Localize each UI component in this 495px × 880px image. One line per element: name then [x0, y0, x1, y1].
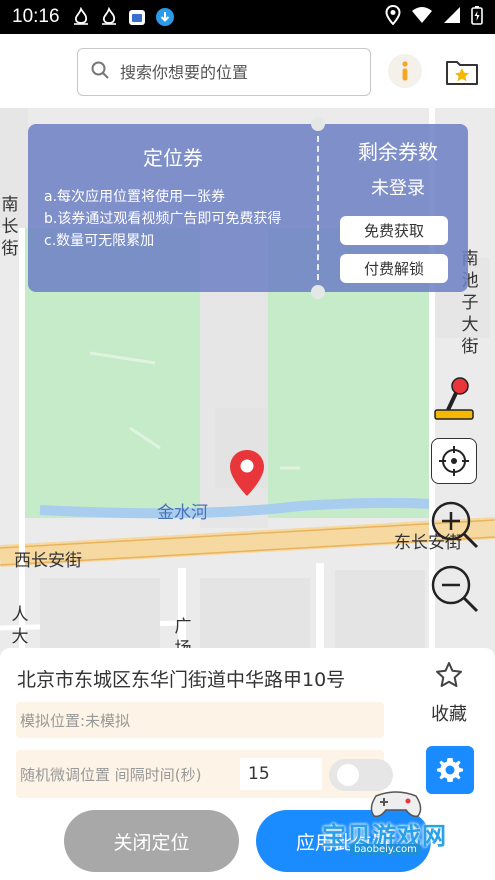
top-bar	[0, 34, 495, 108]
star-folder-icon	[446, 61, 478, 85]
simulate-status-box: 模拟位置:未模拟	[16, 702, 384, 738]
coupon-rule: b.该券通过观看视频广告即可免费获得	[44, 211, 282, 227]
search-icon	[90, 60, 110, 84]
zoom-out-icon	[431, 565, 479, 613]
calendar-icon	[126, 6, 148, 28]
location-coupon-card: 定位券 a.每次应用位置将使用一张券 b.该券通过观看视频广告即可免费获得 c.…	[28, 117, 468, 299]
search-box[interactable]	[77, 48, 371, 96]
map-label-nan-chang-jie: 南长街	[1, 195, 19, 259]
coupon-rule: a.每次应用位置将使用一张券	[44, 189, 226, 205]
location-icon	[385, 4, 401, 29]
star-icon	[436, 662, 462, 687]
close-location-button[interactable]: 关闭定位	[64, 810, 239, 872]
status-time: 10:16	[12, 6, 60, 27]
crosshair-icon	[439, 446, 469, 476]
gamepad-logo-icon	[370, 791, 422, 818]
favorite-button[interactable]: 收藏	[420, 660, 478, 726]
flame-icon	[70, 6, 92, 28]
joystick-icon[interactable]	[432, 376, 476, 422]
watermark-url: baobeiy.com	[350, 844, 421, 855]
map-label-jin-shui-he: 金水河	[157, 503, 208, 523]
zoom-out-button[interactable]	[428, 562, 480, 614]
map-view[interactable]: 南长街 南池子大街 金水河 西长安街 东长安街 人大会 广场 定位券 a.每次应…	[0, 108, 495, 660]
info-icon	[402, 61, 408, 81]
interval-input[interactable]	[240, 758, 322, 790]
map-label-xi-chang-an: 西长安街	[14, 551, 82, 571]
zoom-in-icon	[431, 501, 479, 549]
favorite-label: 收藏	[431, 704, 467, 725]
info-button[interactable]	[388, 54, 422, 88]
zoom-in-button[interactable]	[428, 498, 480, 550]
gear-icon	[437, 758, 463, 782]
coupon-rule: c.数量可无限累加	[44, 233, 155, 249]
watermark: 宝贝游戏网 baobeiy.com	[318, 786, 494, 862]
login-status: 未登录	[371, 178, 425, 199]
status-bar: 10:16	[0, 0, 495, 34]
paid-unlock-button[interactable]: 付费解锁	[340, 254, 448, 283]
address-text: 北京市东城区东华门街道中华路甲10号	[17, 669, 346, 691]
signal-icon	[443, 6, 461, 28]
favorites-folder-button[interactable]	[444, 56, 480, 88]
random-adjust-label: 随机微调位置 间隔时间(秒)	[20, 765, 202, 784]
wifi-icon	[411, 6, 433, 28]
simulate-status: 模拟位置:未模拟	[20, 711, 131, 730]
coupon-title: 定位券	[143, 146, 203, 170]
flame-icon	[98, 6, 120, 28]
remaining-coupons-title: 剩余券数	[358, 140, 438, 164]
battery-icon	[471, 5, 483, 29]
free-get-button[interactable]: 免费获取	[340, 216, 448, 245]
locate-me-button[interactable]	[431, 438, 477, 484]
search-input[interactable]	[120, 62, 350, 82]
download-icon	[154, 6, 176, 28]
location-pin-icon	[228, 448, 266, 498]
